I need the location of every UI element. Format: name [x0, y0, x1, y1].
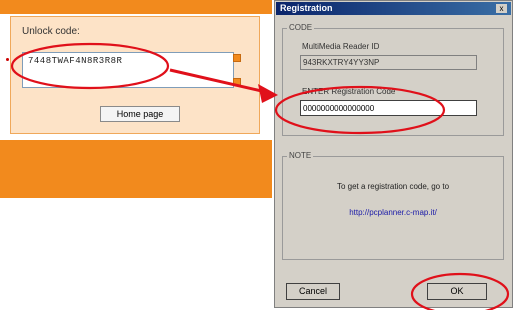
registration-code-highlight: [274, 85, 446, 135]
ok-button-highlight: [410, 272, 510, 310]
annotation-overlay: [10, 42, 510, 310]
annotation-arrow-line: [169, 68, 267, 94]
unlock-code-highlight: [10, 42, 170, 90]
annotation-arrow-head: [258, 84, 278, 103]
